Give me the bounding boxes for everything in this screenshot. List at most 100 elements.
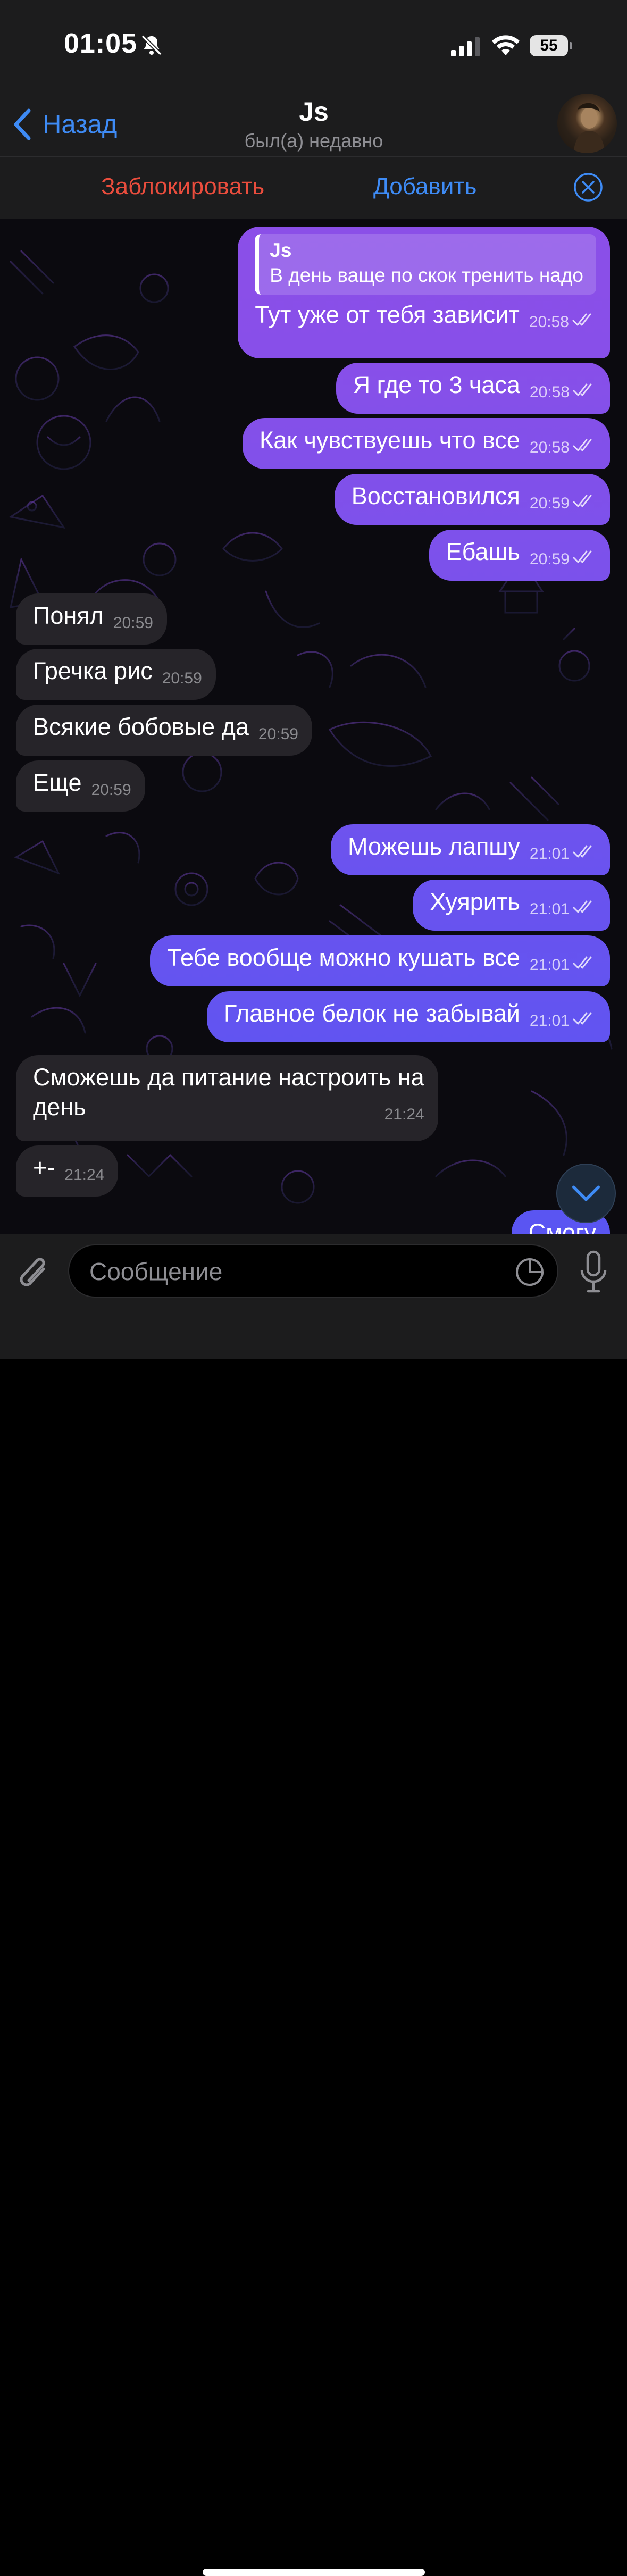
contact-name: Js bbox=[299, 97, 329, 127]
message-time: 20:58 bbox=[529, 439, 570, 456]
incoming-message-bubble[interactable]: Понял 20:59 bbox=[16, 593, 167, 645]
incoming-message-bubble[interactable]: Всякие бобовые да 20:59 bbox=[16, 705, 312, 756]
message-time: 20:59 bbox=[529, 550, 570, 568]
message-content: Тут уже от тебя зависит 20:58 bbox=[255, 300, 596, 331]
block-button[interactable]: Заблокировать bbox=[101, 173, 264, 200]
message-text: Главное белок не забывай bbox=[223, 1000, 520, 1027]
message-content: Я где то 3 часа 20:58 bbox=[353, 370, 596, 401]
outgoing-message-bubble[interactable]: Js В день ваще по скок тренить надо Тут уж… bbox=[238, 227, 610, 358]
new-contact-action-bar: Заблокировать Добавить bbox=[0, 157, 627, 219]
message-content: Главное белок не забывай 21:01 bbox=[223, 999, 596, 1030]
message-list[interactable]: Js В день ваще по скок тренить надо Тут уж… bbox=[0, 219, 627, 1234]
message-time: 20:59 bbox=[162, 670, 202, 687]
message-content: Ебашь 20:59 bbox=[446, 537, 596, 568]
wifi-icon bbox=[492, 35, 520, 55]
bell-slash-icon bbox=[141, 35, 162, 56]
outgoing-message-bubble[interactable]: Как чувствуешь что все 20:58 bbox=[243, 418, 610, 469]
paperclip-icon[interactable] bbox=[16, 1253, 53, 1295]
message-footer: день 21:24 bbox=[33, 1092, 424, 1123]
outgoing-message-bubble[interactable]: Восстановился 20:59 bbox=[334, 474, 610, 525]
message-time: 21:01 bbox=[529, 845, 570, 863]
message-time: 21:01 bbox=[529, 900, 570, 918]
message-time: 20:58 bbox=[529, 313, 569, 331]
message-content: Всякие бобовые да 20:59 bbox=[33, 712, 298, 743]
read-checkmarks-icon bbox=[573, 1012, 592, 1025]
message-content: Как чувствуешь что все 20:58 bbox=[260, 425, 596, 456]
message-text: Понял bbox=[33, 602, 104, 629]
message-text: Тут уже от тебя зависит bbox=[255, 301, 520, 328]
status-time: 01:05 bbox=[64, 28, 137, 59]
incoming-message-bubble[interactable]: +- 21:24 bbox=[16, 1145, 119, 1197]
message-time: 21:24 bbox=[64, 1166, 105, 1184]
read-checkmarks-icon bbox=[573, 900, 592, 913]
message-time: 21:01 bbox=[529, 1012, 570, 1030]
back-button[interactable]: Назад bbox=[12, 103, 117, 146]
chevron-down-icon bbox=[572, 1185, 600, 1201]
message-text-continued: день bbox=[33, 1093, 86, 1120]
read-checkmarks-icon bbox=[573, 956, 592, 969]
chevron-left-icon bbox=[14, 108, 31, 140]
close-circle-icon[interactable] bbox=[573, 172, 603, 202]
message-time: 20:59 bbox=[529, 495, 570, 512]
battery-level: 55 bbox=[530, 35, 568, 56]
outgoing-message-bubble[interactable]: Главное белок не забывай 21:01 bbox=[206, 991, 610, 1042]
sticker-icon[interactable] bbox=[515, 1257, 545, 1287]
read-checkmarks-icon bbox=[572, 313, 591, 326]
home-indicator bbox=[203, 2569, 425, 2576]
last-seen-status: был(а) недавно bbox=[244, 130, 383, 152]
reply-text: В день ваще по скок тренить надо bbox=[270, 264, 583, 286]
read-checkmarks-icon bbox=[573, 845, 592, 858]
read-checkmarks-icon bbox=[573, 495, 592, 507]
reply-quote[interactable]: Js В день ваще по скок тренить надо bbox=[255, 234, 596, 295]
message-text: Всякие бобовые да bbox=[33, 713, 249, 740]
chat-header: Назад Js был(а) недавно bbox=[0, 90, 627, 157]
status-bar: 01:05 55 bbox=[0, 0, 627, 90]
read-checkmarks-icon bbox=[573, 439, 592, 451]
outgoing-message-bubble[interactable]: Тебе вообще можно кушать все 21:01 bbox=[150, 935, 610, 986]
outgoing-message-bubble[interactable]: Можешь лапшу 21:01 bbox=[330, 824, 610, 875]
read-checkmarks-icon bbox=[573, 550, 592, 563]
incoming-message-bubble[interactable]: Еще 20:59 bbox=[16, 760, 145, 812]
incoming-message-bubble[interactable]: Гречка рис 20:59 bbox=[16, 649, 216, 700]
outgoing-message-bubble[interactable]: Ебашь 20:59 bbox=[429, 530, 610, 581]
message-text: Гречка рис bbox=[33, 657, 153, 684]
add-contact-button[interactable]: Добавить bbox=[373, 173, 476, 200]
scroll-to-bottom-button[interactable] bbox=[556, 1164, 616, 1223]
back-label: Назад bbox=[43, 110, 118, 139]
reply-author: Js bbox=[270, 239, 292, 261]
message-time: 20:58 bbox=[529, 383, 570, 401]
message-text: Ебашь bbox=[446, 538, 520, 565]
message-text: Хуярить bbox=[430, 888, 520, 915]
message-input[interactable] bbox=[88, 1245, 495, 1298]
message-text: Еще bbox=[33, 769, 82, 796]
message-text: Сможешь да питание настроить на bbox=[33, 1064, 424, 1091]
outgoing-message-bubble[interactable]: Хуярить 21:01 bbox=[413, 880, 610, 931]
message-time: 20:59 bbox=[113, 614, 153, 632]
message-content: Понял 20:59 bbox=[33, 601, 153, 632]
message-content: Гречка рис 20:59 bbox=[33, 656, 202, 687]
message-content: Восстановился 20:59 bbox=[351, 481, 596, 512]
message-time: 21:01 bbox=[529, 956, 570, 974]
message-text: Восстановился bbox=[351, 482, 520, 509]
message-input-bar bbox=[0, 1234, 627, 2576]
message-field[interactable] bbox=[68, 1244, 558, 1298]
message-time: 21:24 bbox=[384, 1106, 424, 1123]
message-text: Тебе вообще можно кушать все bbox=[167, 944, 520, 971]
outgoing-message-bubble[interactable]: Я где то 3 часа 20:58 bbox=[336, 363, 610, 414]
message-content: Еще 20:59 bbox=[33, 768, 131, 799]
incoming-message-bubble[interactable]: Сможешь да питание настроить на день 21:24 bbox=[16, 1055, 438, 1141]
message-time: 20:59 bbox=[91, 781, 131, 799]
message-text: Как чувствуешь что все bbox=[260, 426, 520, 454]
microphone-icon[interactable] bbox=[578, 1250, 609, 1294]
message-text: Я где то 3 часа bbox=[353, 371, 520, 398]
battery-icon: 55 bbox=[530, 35, 572, 56]
contact-avatar[interactable] bbox=[557, 94, 617, 153]
message-text: +- bbox=[33, 1154, 55, 1181]
read-checkmarks-icon bbox=[573, 383, 592, 396]
message-content: Хуярить 21:01 bbox=[430, 887, 596, 918]
message-content: Тебе вообще можно кушать все 21:01 bbox=[167, 943, 596, 974]
signal-icon bbox=[451, 37, 480, 56]
message-text: Можешь лапшу bbox=[347, 833, 520, 860]
chat-title-area[interactable]: Js был(а) недавно bbox=[181, 95, 447, 153]
message-time: 20:59 bbox=[258, 725, 298, 743]
